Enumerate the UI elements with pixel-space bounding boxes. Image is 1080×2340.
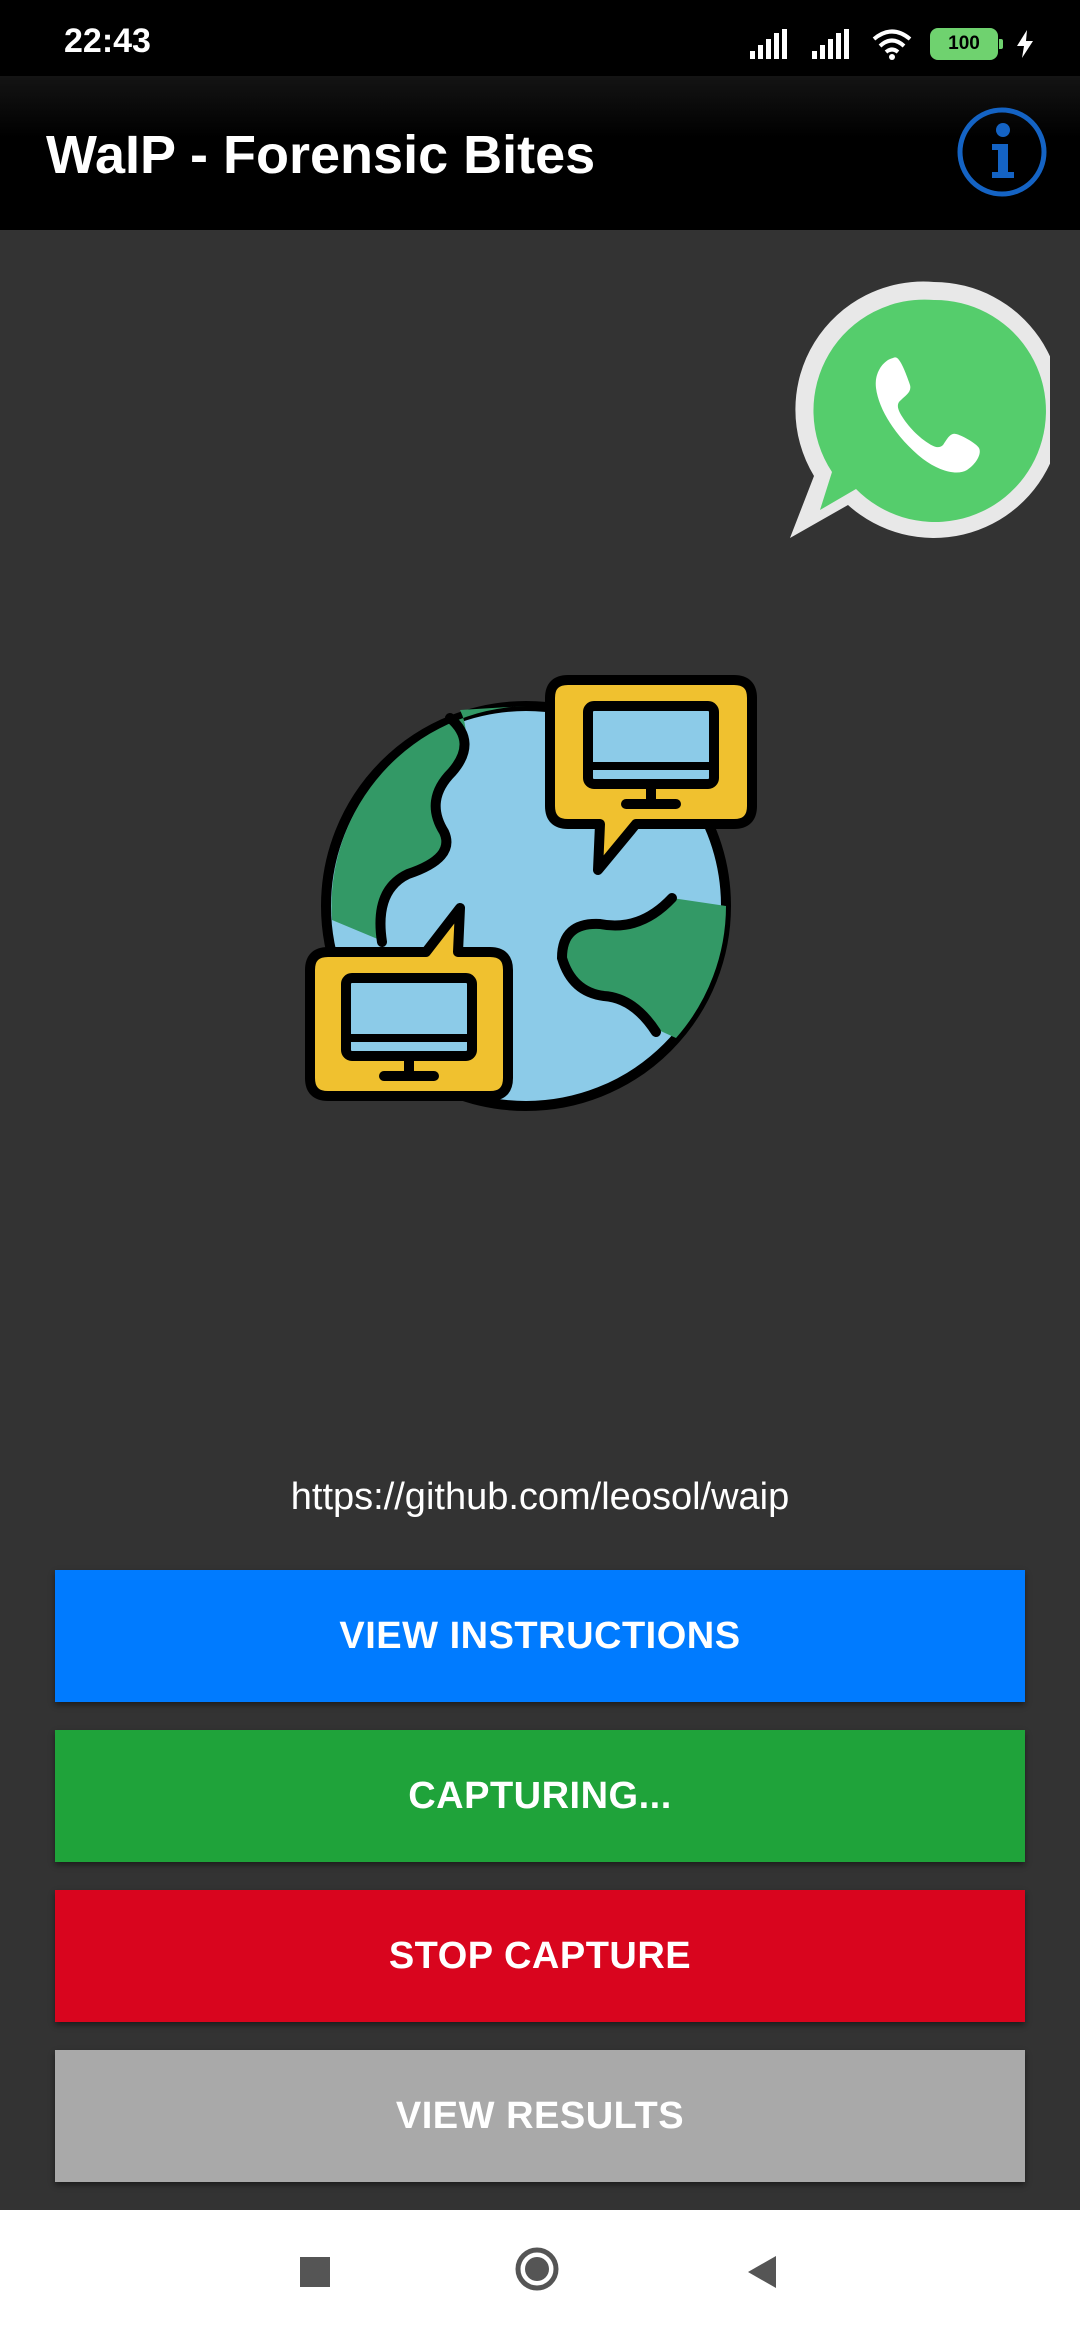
navigation-bar [0, 2210, 1080, 2340]
back-icon[interactable] [742, 2252, 782, 2292]
stop-capture-button[interactable]: STOP CAPTURE [55, 1890, 1025, 2022]
globe-network-icon [305, 675, 757, 1111]
status-bar: 22:43 100 [0, 0, 1080, 76]
view-instructions-button[interactable]: VIEW INSTRUCTIONS [55, 1570, 1025, 1702]
recents-icon[interactable] [300, 2257, 330, 2287]
status-time: 22:43 [64, 22, 151, 60]
signal-icon [812, 29, 849, 59]
signal-icon [750, 29, 787, 59]
app-bar: WaIP - Forensic Bites [0, 76, 1080, 230]
charging-icon [1017, 30, 1033, 58]
battery-icon: 100 [930, 28, 1003, 60]
capturing-button[interactable]: CAPTURING... [55, 1730, 1025, 1862]
view-results-button[interactable]: VIEW RESULTS [55, 2050, 1025, 2182]
wifi-icon [872, 29, 912, 60]
status-icons: 100 [748, 26, 1034, 62]
home-icon[interactable] [515, 2247, 559, 2291]
repo-link[interactable]: https://github.com/leosol/waip [0, 1476, 1080, 1519]
app-title: WaIP - Forensic Bites [46, 125, 596, 185]
whatsapp-logo-icon [790, 281, 1050, 538]
info-icon[interactable] [956, 106, 1048, 198]
